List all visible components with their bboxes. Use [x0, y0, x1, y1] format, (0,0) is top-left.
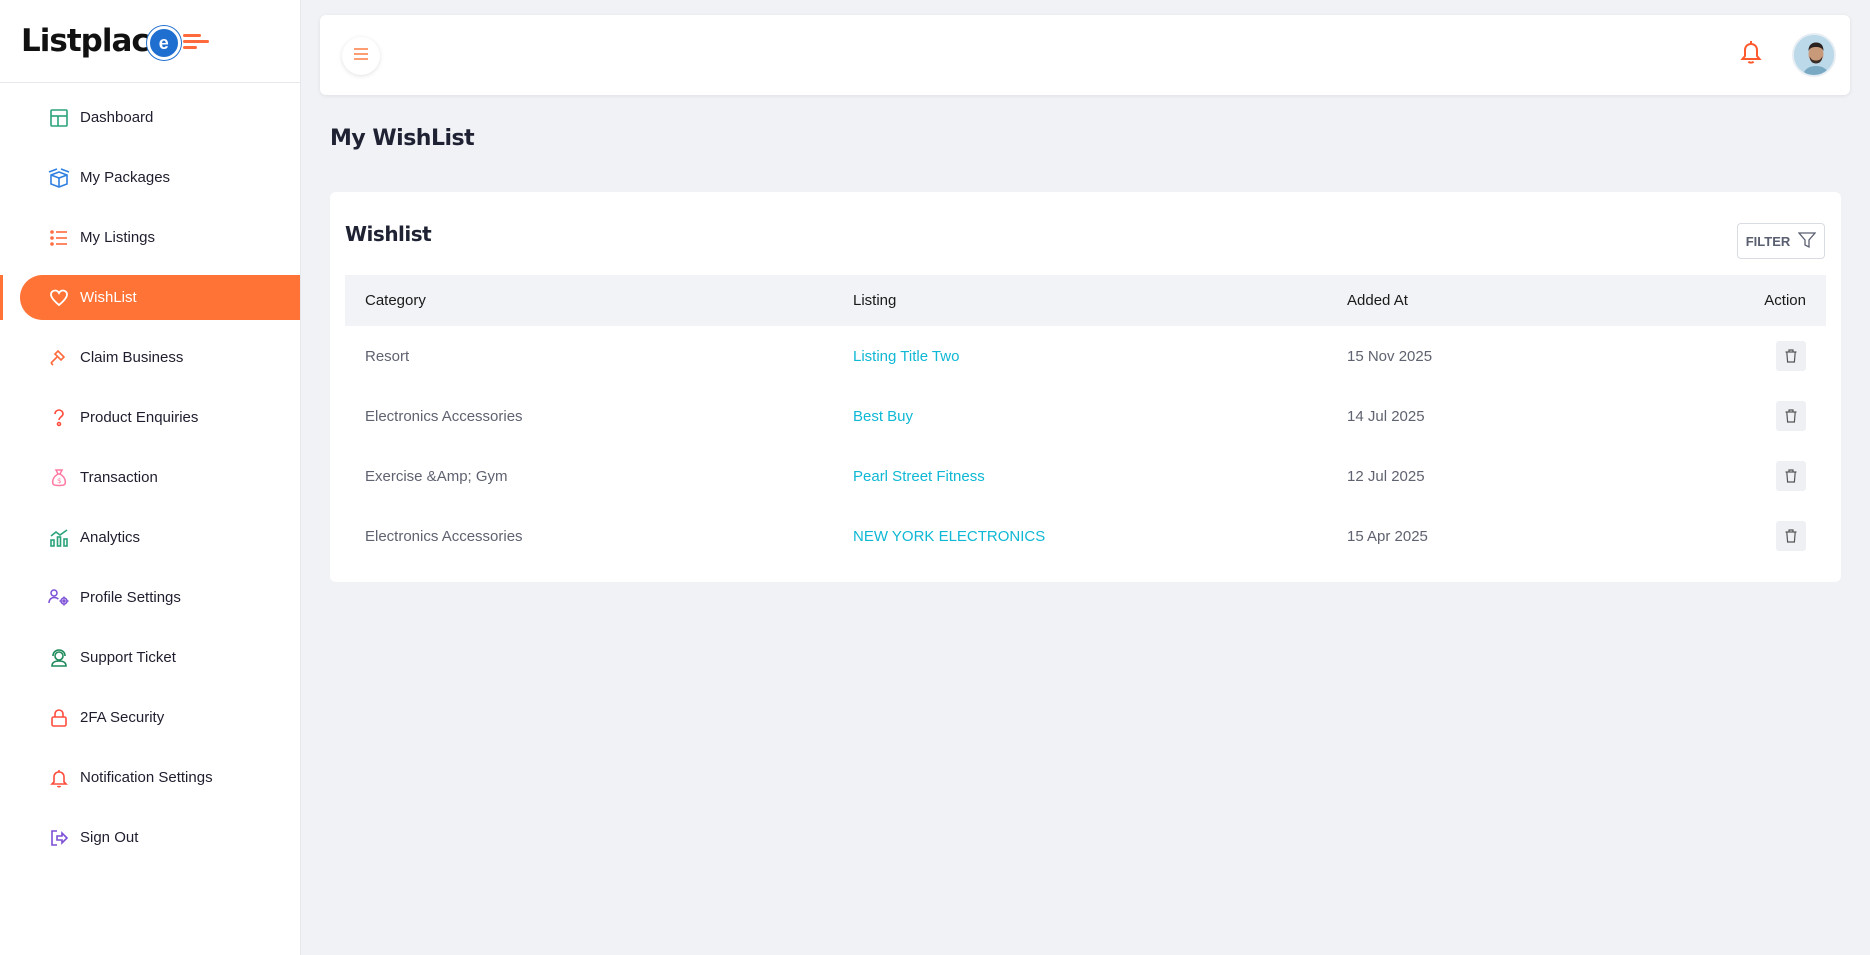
cell-action [1627, 446, 1826, 506]
sidebar-item-my-listings[interactable]: My Listings [20, 215, 300, 260]
sign-out-icon [48, 827, 70, 849]
sidebar-item-support-ticket[interactable]: Support Ticket [20, 635, 300, 680]
map-pin-icon: e [146, 26, 181, 60]
brand-name: Listplac [21, 23, 150, 59]
sidebar-item-transaction[interactable]: $ Transaction [20, 455, 300, 500]
lock-icon [48, 707, 70, 729]
filter-icon [1797, 231, 1817, 252]
box-icon [48, 167, 70, 189]
sidebar-item-label: Claim Business [80, 349, 184, 366]
sidebar-item-label: My Listings [80, 229, 156, 246]
dashboard-icon [48, 107, 70, 129]
sidebar-item-label: Support Ticket [80, 649, 176, 666]
filter-button[interactable]: FILTER [1737, 223, 1825, 259]
cell-added-at: 15 Nov 2025 [1347, 347, 1433, 365]
sidebar-item-label: 2FA Security [80, 709, 165, 726]
listing-link[interactable]: Pearl Street Fitness [833, 446, 1327, 506]
cell-added-at: 14 Jul 2025 [1347, 407, 1425, 425]
speed-lines-icon [182, 33, 209, 49]
cell-added-at: 12 Jul 2025 [1347, 467, 1425, 485]
user-avatar[interactable] [1792, 33, 1836, 77]
sidebar-item-profile-settings[interactable]: Profile Settings [20, 575, 300, 620]
delete-button[interactable] [1776, 521, 1806, 551]
sidebar-item-dashboard[interactable]: Dashboard [20, 95, 300, 140]
svg-text:$: $ [57, 477, 61, 485]
money-bag-icon: $ [48, 467, 70, 489]
sidebar-item-my-packages[interactable]: My Packages [20, 155, 300, 200]
listing-link[interactable]: Listing Title Two [833, 326, 1327, 386]
sidebar-nav: Dashboard My Packages My Listings WishLi… [0, 83, 300, 860]
delete-button[interactable] [1776, 401, 1806, 431]
table-row: Electronics Accessories Best Buy 14 Jul … [345, 386, 1826, 446]
listing-link[interactable]: NEW YORK ELECTRONICS [833, 506, 1327, 566]
page-title: My WishList [330, 126, 475, 151]
table-row: Exercise &Amp; Gym Pearl Street Fitness … [345, 446, 1826, 506]
sidebar-item-2fa-security[interactable]: 2FA Security [20, 695, 300, 740]
cell-action [1627, 506, 1826, 566]
sidebar-item-label: Dashboard [80, 109, 154, 126]
menu-toggle-button[interactable] [342, 37, 380, 75]
bell-icon [1739, 39, 1763, 70]
cell-action [1627, 386, 1826, 446]
wishlist-card: Wishlist FILTER Category Listing Added A… [330, 192, 1841, 582]
trash-icon [1785, 469, 1797, 483]
notifications-button[interactable] [1732, 35, 1770, 73]
column-header-added-at: Added At [1347, 292, 1408, 309]
sidebar-item-claim-business[interactable]: Claim Business [20, 335, 300, 380]
filter-label: FILTER [1745, 233, 1791, 249]
sidebar-item-label: Sign Out [80, 829, 139, 846]
trash-icon [1785, 349, 1797, 363]
sidebar-item-notification-settings[interactable]: Notification Settings [20, 755, 300, 800]
delete-button[interactable] [1776, 461, 1806, 491]
column-header-listing: Listing [853, 292, 897, 309]
top-bar [320, 15, 1850, 95]
sidebar-item-label: WishList [80, 289, 137, 306]
wishlist-table: Category Listing Added At Action Resort … [345, 275, 1826, 566]
hammer-icon [48, 347, 70, 369]
delete-button[interactable] [1776, 341, 1806, 371]
sidebar-item-label: Product Enquiries [80, 409, 199, 426]
sidebar-item-analytics[interactable]: Analytics [20, 515, 300, 560]
sidebar-item-sign-out[interactable]: Sign Out [20, 815, 300, 860]
table-row: Resort Listing Title Two 15 Nov 2025 [345, 326, 1826, 386]
sidebar-item-label: Notification Settings [80, 769, 213, 786]
column-header-action: Action [1764, 292, 1806, 309]
sidebar-item-wishlist[interactable]: WishList [0, 275, 300, 320]
analytics-icon [48, 527, 70, 549]
card-title: Wishlist [345, 222, 432, 246]
listing-link[interactable]: Best Buy [833, 386, 1327, 446]
heart-icon [48, 287, 70, 309]
support-icon [48, 647, 70, 669]
sidebar-item-product-enquiries[interactable]: Product Enquiries [20, 395, 300, 440]
list-icon [48, 227, 70, 249]
cell-category: Electronics Accessories [365, 407, 523, 425]
cell-action [1627, 326, 1826, 386]
trash-icon [1785, 529, 1797, 543]
column-header-category: Category [365, 292, 426, 309]
trash-icon [1785, 409, 1797, 423]
sidebar-item-label: Profile Settings [80, 589, 181, 606]
brand-logo[interactable]: Listplac e [0, 0, 300, 83]
sidebar-item-label: Transaction [80, 469, 158, 486]
bell-icon [48, 767, 70, 789]
question-icon [48, 407, 70, 429]
cell-category: Resort [365, 347, 410, 365]
cell-category: Exercise &Amp; Gym [365, 467, 508, 485]
cell-added-at: 15 Apr 2025 [1347, 527, 1428, 545]
profile-gear-icon [48, 587, 70, 609]
table-header: Category Listing Added At Action [345, 275, 1826, 326]
hamburger-icon [353, 47, 369, 66]
table-row: Electronics Accessories NEW YORK ELECTRO… [345, 506, 1826, 566]
sidebar-item-label: My Packages [80, 169, 171, 186]
cell-category: Electronics Accessories [365, 527, 523, 545]
sidebar-item-label: Analytics [80, 529, 141, 546]
sidebar: Listplac e Dashboard My Packages My List… [0, 0, 301, 955]
